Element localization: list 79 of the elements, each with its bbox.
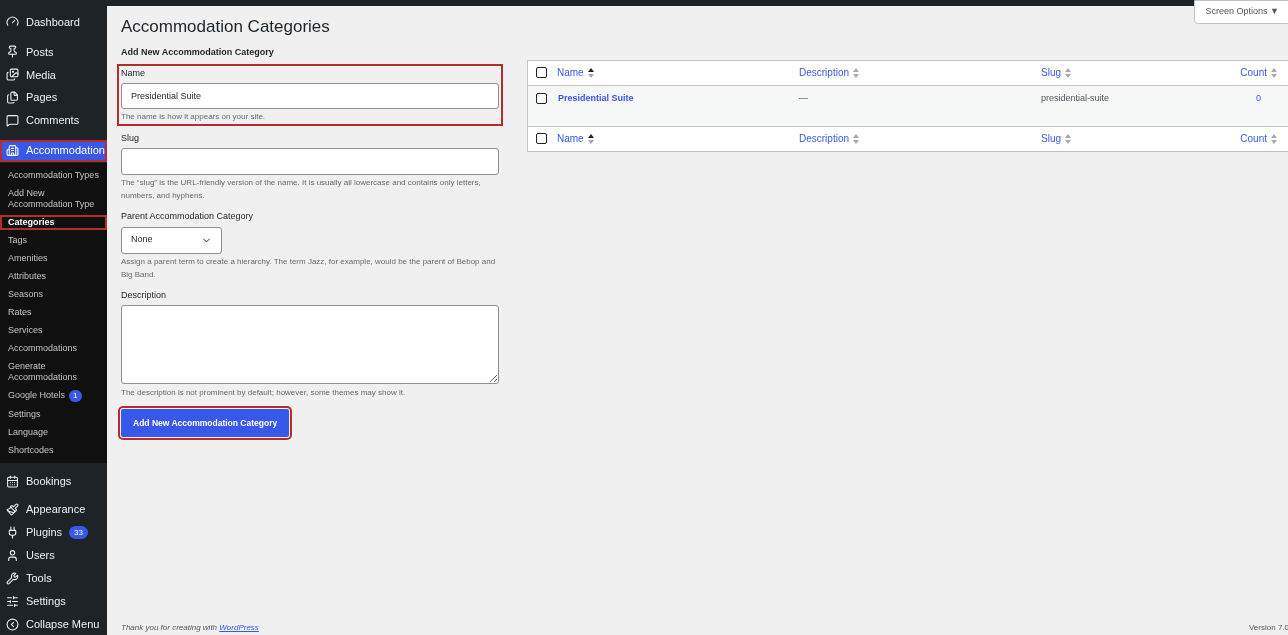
sliders-icon: [6, 594, 19, 608]
paintbrush-icon: [6, 502, 19, 516]
column-header-link[interactable]: Slug: [1041, 131, 1061, 146]
sort-arrows-icon[interactable]: [587, 133, 594, 144]
sidebar-menu-item[interactable]: Accommodation: [0, 139, 107, 162]
wrench-icon: [6, 571, 19, 585]
sidebar-menu-item[interactable]: Appearance: [0, 498, 107, 521]
field-label: Slug: [121, 131, 140, 145]
add-category-button[interactable]: Add New Accommodation Category: [121, 409, 290, 437]
sort-arrows-icon[interactable]: [587, 67, 594, 78]
submenu-item[interactable]: Categories: [0, 214, 107, 230]
submenu-item[interactable]: Shortcodes: [0, 442, 107, 458]
category-name-link[interactable]: Presidential Suite: [557, 91, 799, 105]
page-title: Accommodation Categories: [121, 16, 331, 38]
collapse-icon: [6, 617, 19, 631]
dashboard-icon: [6, 15, 19, 29]
submenu-item[interactable]: Accommodation Types: [0, 167, 107, 183]
help-text: The description is not prominent by default; however, some themes may show it.: [121, 387, 407, 399]
post-count-number[interactable]: 0: [1256, 91, 1261, 105]
description-text-area[interactable]: [121, 305, 499, 384]
wordpress-link[interactable]: WordPress: [219, 623, 259, 632]
version-text: Version 7.0: [1248, 622, 1288, 634]
help-text: The “slug” is the URL-friendly version of the name. It is usually all lowercase and contains only letters, numbers, and hyphens.: [121, 177, 482, 202]
help-text: The name is how it appears on your site.: [121, 110, 267, 123]
column-header-link[interactable]: Count: [1240, 131, 1267, 146]
submenu-item[interactable]: Rates: [0, 304, 107, 320]
calendar-icon: [6, 475, 19, 488]
column-header-link[interactable]: Description: [799, 131, 850, 146]
sidebar-menu-item[interactable]: Bookings: [0, 470, 107, 493]
sidebar-menu-item[interactable]: Pages: [0, 86, 107, 109]
name-input-field[interactable]: Presidential Suite: [121, 82, 499, 109]
sidebar-menu-item[interactable]: Collapse Menu: [0, 613, 107, 635]
parent-category-select[interactable]: None: [121, 226, 222, 254]
field-label: Name: [121, 67, 146, 80]
images-icon: [6, 68, 19, 82]
count-badge: 33: [69, 525, 88, 539]
sidebar-menu-item[interactable]: Posts: [0, 40, 107, 63]
speech-bubble-icon: [6, 114, 19, 128]
submenu-item[interactable]: Seasons: [0, 286, 107, 302]
table-cell-text: —: [799, 91, 809, 105]
submenu-item[interactable]: Amenities: [0, 250, 107, 266]
count-badge: 1: [69, 389, 82, 402]
submenu-item[interactable]: Tags: [0, 232, 107, 248]
column-header-link[interactable]: Description: [799, 65, 850, 80]
submenu-item[interactable]: Add New Accommodation Type: [0, 185, 107, 212]
plug-icon: [6, 525, 19, 539]
submenu-item[interactable]: Settings: [0, 406, 107, 422]
user-icon: [6, 548, 19, 562]
select-all-checkbox[interactable]: [536, 133, 547, 144]
footer-text: Thank you for creating with WordPress: [121, 622, 259, 634]
select-all-checkbox[interactable]: [536, 67, 547, 78]
table-cell-text: presidential-suite: [1041, 91, 1111, 105]
column-header-link[interactable]: Name: [557, 131, 584, 146]
sidebar-menu-item[interactable]: Plugins 33: [0, 521, 107, 544]
submenu-item[interactable]: Attributes: [0, 268, 107, 284]
submenu-item[interactable]: Accommodations: [0, 340, 107, 356]
pages-icon: [6, 91, 19, 105]
sidebar-menu-item[interactable]: Settings: [0, 590, 107, 613]
column-header-link[interactable]: Count: [1240, 65, 1267, 80]
screen-options-button[interactable]: Screen Options ▼: [1193, 0, 1288, 24]
submenu-item[interactable]: Language: [0, 424, 107, 440]
field-label: Parent Accommodation Category: [121, 210, 255, 223]
sidebar-menu-item[interactable]: Tools: [0, 567, 107, 590]
sidebar-menu-item[interactable]: Media: [0, 63, 107, 86]
row-checkbox[interactable]: [536, 92, 547, 104]
sidebar-menu-item[interactable]: Users: [0, 544, 107, 567]
submenu-item[interactable]: Generate Accommodations: [0, 358, 107, 385]
column-header-link[interactable]: Name: [557, 65, 584, 80]
submenu-item[interactable]: Google Hotels 1: [0, 387, 107, 404]
pin-icon: [6, 45, 19, 59]
submenu-item[interactable]: Services: [0, 322, 107, 338]
sidebar-menu-item[interactable]: Dashboard: [0, 11, 107, 33]
building-icon: [6, 144, 19, 158]
slug-input-field[interactable]: [121, 148, 499, 175]
column-header-link[interactable]: Slug: [1041, 65, 1061, 80]
form-heading: Add New Accommodation Category: [121, 45, 275, 59]
sidebar-menu-item[interactable]: Comments: [0, 109, 107, 132]
help-text: Assign a parent term to create a hierarchy. The term Jazz, for example, would be the parent of Bebop and Big Band.: [121, 255, 497, 281]
field-label: Description: [121, 288, 168, 302]
